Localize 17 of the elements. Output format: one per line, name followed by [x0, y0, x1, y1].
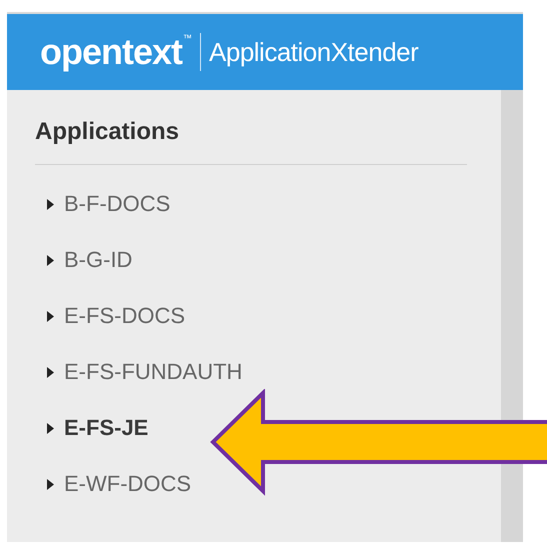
logo-text: opentext — [40, 34, 182, 70]
expand-caret-icon — [47, 254, 54, 266]
application-item[interactable]: E-FS-FUNDAUTH — [47, 357, 242, 387]
expand-caret-icon — [47, 198, 54, 210]
application-item[interactable]: B-F-DOCS — [47, 189, 170, 219]
application-item[interactable]: B-G-ID — [47, 245, 132, 275]
product-name: ApplicationXtender — [209, 39, 418, 65]
expand-caret-icon — [47, 478, 54, 490]
separator-line — [200, 33, 202, 71]
trademark-mark: ™ — [183, 34, 192, 43]
panel-title: Applications — [35, 120, 180, 144]
application-item[interactable]: E-FS-DOCS — [47, 301, 185, 331]
expand-caret-icon — [47, 366, 54, 378]
application-item[interactable]: E-WF-DOCS — [47, 469, 192, 499]
application-item[interactable]: E-FS-JE — [47, 413, 148, 443]
expand-caret-icon — [47, 422, 54, 434]
expand-caret-icon — [47, 310, 54, 322]
